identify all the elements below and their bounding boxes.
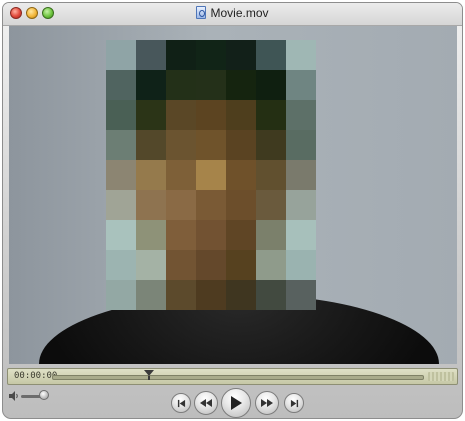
mosaic-cell xyxy=(226,130,256,160)
mosaic-cell xyxy=(256,70,286,100)
title-bar[interactable]: Movie.mov xyxy=(3,3,462,26)
mosaic-cell xyxy=(256,100,286,130)
mosaic-cell xyxy=(106,190,136,220)
mosaic-cell xyxy=(136,40,166,70)
mosaic-cell xyxy=(286,280,316,310)
mosaic-cell xyxy=(256,130,286,160)
mosaic-cell xyxy=(166,40,196,70)
mosaic-cell xyxy=(256,250,286,280)
rewind-button[interactable] xyxy=(194,391,218,415)
mosaic-cell xyxy=(196,190,226,220)
mosaic-cell xyxy=(286,160,316,190)
mosaic-cell xyxy=(136,280,166,310)
mosaic-cell xyxy=(106,130,136,160)
mosaic-cell xyxy=(166,250,196,280)
pixelated-face xyxy=(106,40,316,312)
mosaic-cell xyxy=(106,250,136,280)
mosaic-cell xyxy=(166,160,196,190)
mosaic-cell xyxy=(166,130,196,160)
mosaic-cell xyxy=(256,280,286,310)
mosaic-cell xyxy=(106,100,136,130)
mosaic-cell xyxy=(226,190,256,220)
timeline-end-grip xyxy=(428,372,454,381)
mosaic-cell xyxy=(226,160,256,190)
mosaic-cell xyxy=(256,190,286,220)
mosaic-cell xyxy=(196,70,226,100)
mosaic-cell xyxy=(166,220,196,250)
mosaic-cell xyxy=(196,220,226,250)
mosaic-cell xyxy=(256,40,286,70)
mosaic-cell xyxy=(256,160,286,190)
rewind-icon xyxy=(200,399,212,407)
fast-forward-icon xyxy=(261,399,273,407)
mosaic-cell xyxy=(256,220,286,250)
mosaic-cell xyxy=(106,40,136,70)
mosaic-cell xyxy=(136,190,166,220)
window-title-area: Movie.mov xyxy=(3,6,462,20)
volume-slider-knob[interactable] xyxy=(39,390,49,400)
speaker-icon xyxy=(9,391,18,401)
mosaic-cell xyxy=(166,280,196,310)
timeline-track[interactable] xyxy=(52,375,424,380)
mosaic-cell xyxy=(286,100,316,130)
mosaic-cell xyxy=(226,70,256,100)
mosaic-cell xyxy=(106,70,136,100)
mosaic-cell xyxy=(136,130,166,160)
mosaic-cell xyxy=(226,250,256,280)
video-area[interactable] xyxy=(9,26,457,364)
mosaic-cell xyxy=(196,100,226,130)
timeline-bar[interactable]: 00:00:00 xyxy=(7,368,458,385)
mosaic-cell xyxy=(286,190,316,220)
mosaic-cell xyxy=(136,220,166,250)
mosaic-cell xyxy=(196,250,226,280)
mosaic-cell xyxy=(196,160,226,190)
playhead[interactable] xyxy=(144,370,154,380)
fast-forward-button[interactable] xyxy=(255,391,279,415)
mosaic-cell xyxy=(286,220,316,250)
play-button[interactable] xyxy=(221,388,251,418)
skip-to-start-icon xyxy=(177,399,185,407)
mosaic-cell xyxy=(106,220,136,250)
mosaic-cell xyxy=(226,280,256,310)
mosaic-cell xyxy=(226,100,256,130)
skip-to-end-icon xyxy=(290,399,298,407)
play-icon xyxy=(231,396,242,410)
controls-bar: 00:00:00 xyxy=(3,364,462,418)
mosaic-cell xyxy=(106,280,136,310)
mosaic-cell xyxy=(286,40,316,70)
mosaic-cell xyxy=(196,280,226,310)
mosaic-cell xyxy=(286,70,316,100)
mosaic-cell xyxy=(196,40,226,70)
mosaic-cell xyxy=(226,220,256,250)
mosaic-cell xyxy=(196,130,226,160)
mosaic-cell xyxy=(166,190,196,220)
mosaic-cell xyxy=(166,70,196,100)
mosaic-cell xyxy=(136,100,166,130)
skip-to-end-button[interactable] xyxy=(284,393,304,413)
mosaic-cell xyxy=(136,160,166,190)
mosaic-cell xyxy=(166,100,196,130)
skip-to-start-button[interactable] xyxy=(171,393,191,413)
player-window: Movie.mov 00:00:00 xyxy=(2,2,463,419)
mosaic-cell xyxy=(286,250,316,280)
timecode: 00:00:00 xyxy=(14,371,58,381)
mosaic-cell xyxy=(136,70,166,100)
mosaic-cell xyxy=(136,250,166,280)
mosaic-cell xyxy=(106,160,136,190)
mosaic-cell xyxy=(226,40,256,70)
quicktime-movie-icon xyxy=(196,6,207,19)
window-title: Movie.mov xyxy=(210,6,269,20)
mosaic-cell xyxy=(286,130,316,160)
